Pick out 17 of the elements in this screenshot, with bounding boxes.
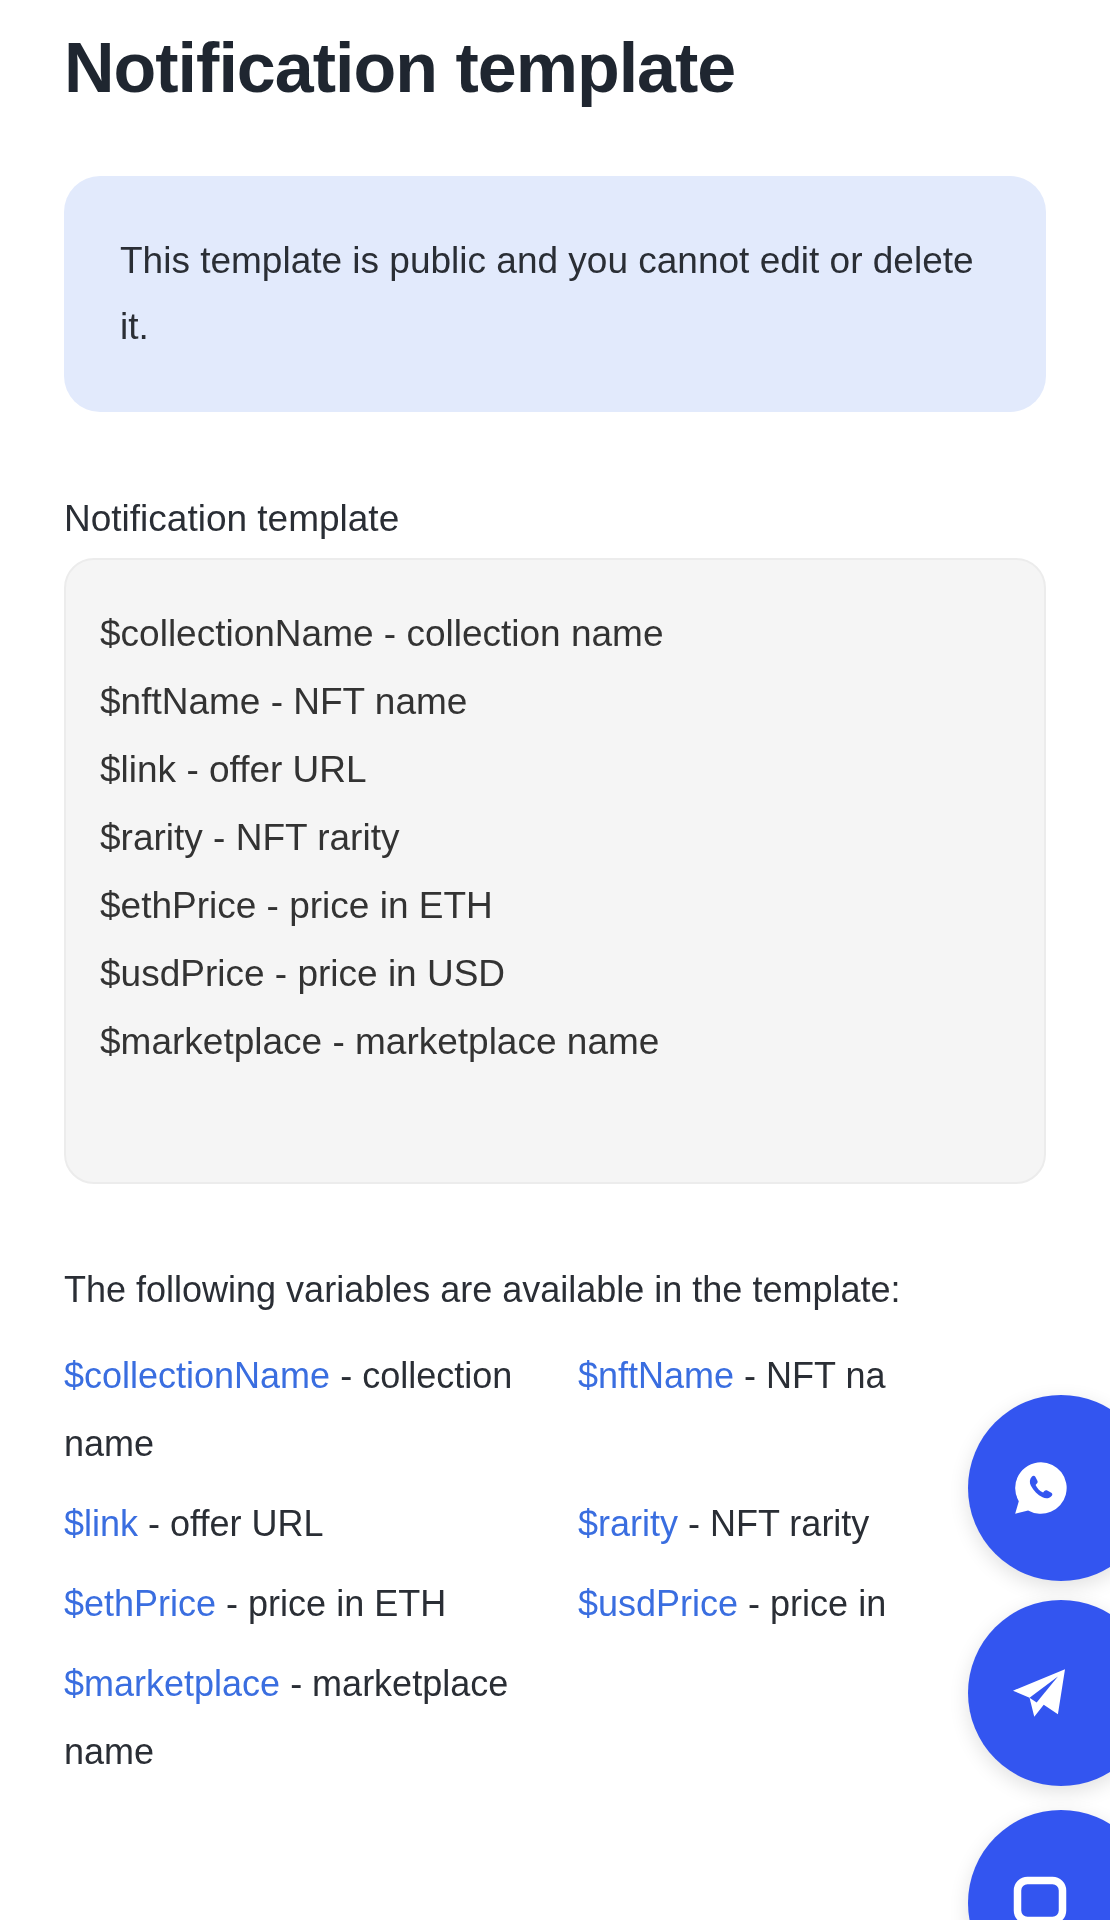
variable-link[interactable]: $collectionName bbox=[64, 1355, 331, 1396]
variables-heading: The following variables are available in the template: bbox=[64, 1268, 902, 1312]
variable-link[interactable]: $nftName bbox=[578, 1355, 735, 1396]
variable-entry: $ethPrice - price in ETH bbox=[64, 1582, 448, 1626]
variable-link[interactable]: $usdPrice bbox=[578, 1583, 739, 1624]
variable-entry: $marketplace - marketplace name bbox=[64, 1662, 510, 1774]
variable-link[interactable]: $ethPrice bbox=[64, 1583, 217, 1624]
paper-plane-icon bbox=[1010, 1667, 1068, 1719]
variable-link[interactable]: $link bbox=[64, 1503, 139, 1544]
variable-entry: $collectionName - collection name bbox=[64, 1354, 514, 1466]
variable-link[interactable]: $rarity bbox=[578, 1503, 679, 1544]
variable-link[interactable]: $marketplace bbox=[64, 1663, 281, 1704]
info-notice: This template is public and you cannot edit or delete it. bbox=[64, 176, 1046, 412]
template-field[interactable]: $collectionName - collection name $nftName - NFT name $link - offer URL $rarity - NFT rarity $ethPrice - price in ETH $usdPrice - price in USD $marketplace - marketplace name bbox=[64, 558, 1046, 1184]
field-label: Notification template bbox=[64, 498, 400, 540]
page-title: Notification template bbox=[64, 28, 737, 108]
variable-entry: $link - offer URL bbox=[64, 1502, 325, 1546]
